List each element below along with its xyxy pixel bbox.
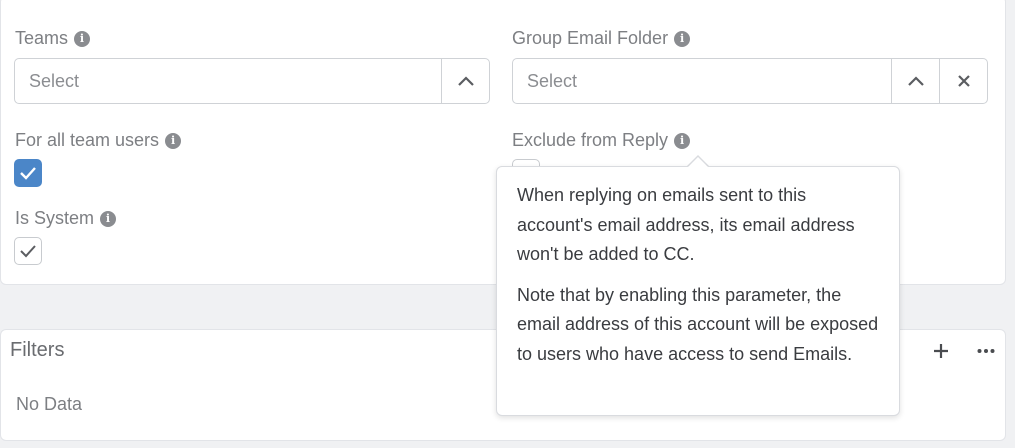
exclude-from-reply-label: Exclude from Reply i — [512, 130, 691, 151]
more-horizontal-icon — [977, 349, 995, 353]
group-email-folder-select[interactable]: Select — [512, 58, 988, 104]
info-icon[interactable]: i — [100, 210, 117, 227]
for-all-team-users-checkbox[interactable] — [14, 159, 42, 187]
group-email-folder-placeholder[interactable]: Select — [513, 59, 891, 103]
is-system-checkbox[interactable] — [14, 237, 42, 265]
teams-select-placeholder[interactable]: Select — [15, 59, 441, 103]
tooltip-paragraph-2: Note that by enabling this parameter, th… — [517, 284, 879, 364]
group-email-folder-clear-button[interactable] — [939, 59, 987, 103]
filters-empty-text: No Data — [16, 394, 83, 414]
teams-expand-button[interactable] — [441, 59, 489, 103]
teams-label: Teams i — [15, 28, 91, 49]
for-all-team-users-label-text: For all team users — [15, 130, 160, 150]
is-system-label: Is System i — [15, 208, 117, 229]
exclude-from-reply-label-text: Exclude from Reply — [512, 130, 669, 150]
info-icon[interactable]: i — [74, 30, 91, 47]
teams-label-text: Teams — [15, 28, 69, 48]
group-email-folder-label-text: Group Email Folder — [512, 28, 669, 48]
plus-icon — [934, 344, 948, 358]
for-all-team-users-label: For all team users i — [15, 130, 182, 151]
check-icon — [20, 167, 36, 180]
is-system-label-text: Is System — [15, 208, 95, 228]
check-icon — [20, 245, 36, 258]
tooltip-arrow-inner — [688, 157, 708, 167]
chevron-up-icon — [907, 76, 924, 86]
group-email-folder-expand-button[interactable] — [891, 59, 939, 103]
tooltip-paragraph-1: When replying on emails sent to this acc… — [517, 185, 855, 264]
exclude-from-reply-tooltip: When replying on emails sent to this acc… — [496, 166, 900, 416]
info-icon[interactable]: i — [674, 132, 691, 149]
close-icon — [957, 75, 970, 87]
more-options-button[interactable] — [976, 341, 996, 361]
chevron-up-icon — [457, 76, 474, 86]
group-email-folder-label: Group Email Folder i — [512, 28, 691, 49]
info-icon[interactable]: i — [674, 30, 691, 47]
teams-select[interactable]: Select — [14, 58, 490, 104]
add-filter-button[interactable] — [931, 341, 951, 361]
filters-title: Filters — [10, 339, 65, 361]
info-icon[interactable]: i — [165, 132, 182, 149]
